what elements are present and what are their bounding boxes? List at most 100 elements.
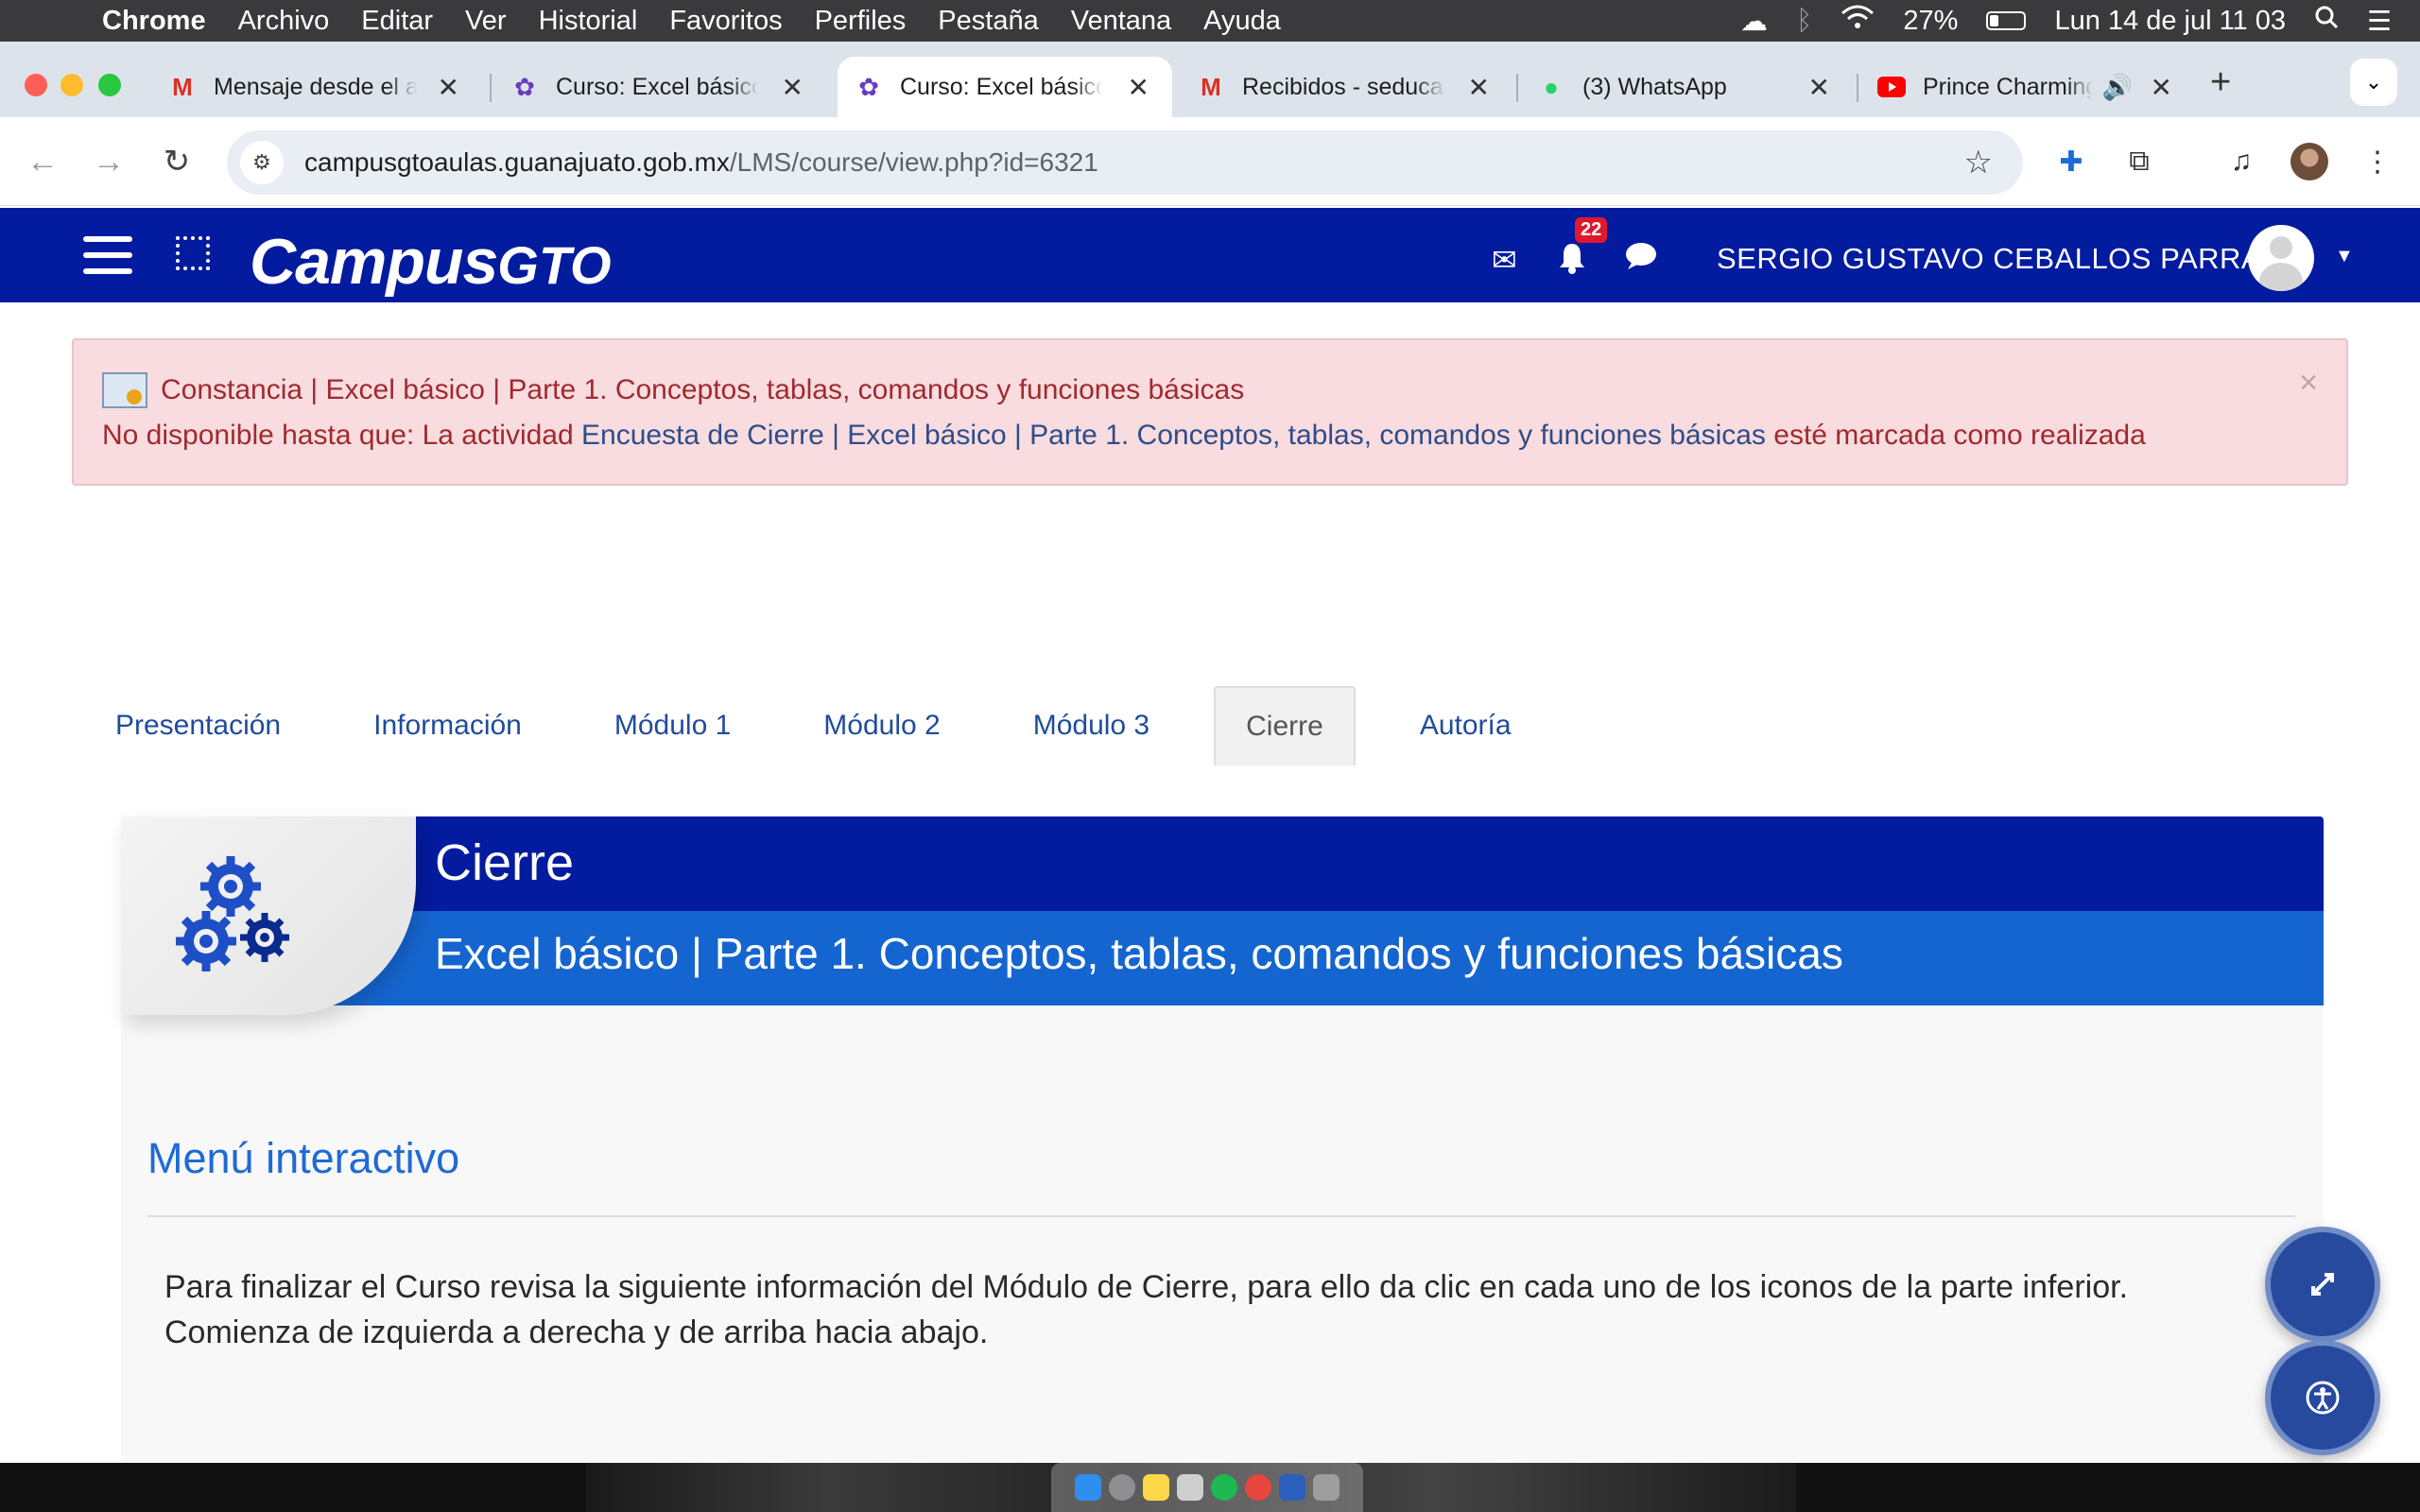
accessibility-button[interactable] xyxy=(2265,1340,2380,1455)
notes-icon[interactable] xyxy=(1143,1474,1169,1501)
window-zoom-button[interactable] xyxy=(98,74,121,96)
gmail-icon: M xyxy=(1201,72,1221,101)
tab-autoria[interactable]: Autoría xyxy=(1392,686,1540,765)
expand-button[interactable] xyxy=(2265,1227,2380,1342)
section-title: Cierre xyxy=(435,834,575,891)
menu-editar[interactable]: Editar xyxy=(361,6,433,37)
browser-tab[interactable]: M Mensaje desde el a ✕ xyxy=(151,57,482,117)
battery-percent: 27% xyxy=(1903,5,1959,36)
macos-dock xyxy=(1051,1463,1363,1512)
menu-favoritos[interactable]: Favoritos xyxy=(669,6,782,37)
menu-perfiles[interactable]: Perfiles xyxy=(815,6,907,37)
chat-bubble-icon[interactable] xyxy=(1624,242,1658,278)
intro-line: Comienza de izquierda a derecha y de arr… xyxy=(164,1314,989,1350)
messages-envelope-icon[interactable]: ✉ xyxy=(1492,242,1517,278)
trash-icon[interactable] xyxy=(1313,1474,1340,1501)
window-close-button[interactable] xyxy=(25,74,47,96)
tab-title: (3) WhatsApp xyxy=(1582,73,1727,100)
finder-icon[interactable] xyxy=(1075,1474,1101,1501)
spotify-icon[interactable] xyxy=(1211,1474,1237,1501)
tab-presentacion[interactable]: Presentación xyxy=(87,686,309,765)
tab-close-icon[interactable]: ✕ xyxy=(1468,72,1490,103)
site-info-icon[interactable]: ⚙ xyxy=(240,141,284,184)
system-settings-icon[interactable] xyxy=(1177,1474,1203,1501)
tab-title: Mensaje desde el a xyxy=(214,73,417,100)
extensions-puzzle-icon[interactable]: ⧉ xyxy=(2116,138,2163,185)
browser-tab[interactable]: M Recibidos - seduca ✕ xyxy=(1180,57,1512,117)
new-tab-button[interactable]: + xyxy=(2210,62,2231,103)
media-control-icon[interactable]: ♫ xyxy=(2218,138,2265,185)
tab-close-icon[interactable]: ✕ xyxy=(438,72,459,103)
expand-arrows-icon xyxy=(2311,1273,2334,1296)
profile-avatar[interactable] xyxy=(2286,138,2333,185)
tab-cierre[interactable]: Cierre xyxy=(1214,686,1356,765)
user-avatar[interactable] xyxy=(2248,225,2314,291)
tab-close-icon[interactable]: ✕ xyxy=(1128,72,1150,103)
menu-archivo[interactable]: Archivo xyxy=(238,6,330,37)
alert-message: No disponible hasta que: La actividad En… xyxy=(102,420,2146,452)
control-center-icon[interactable]: ☰ xyxy=(2367,5,2392,38)
window-minimize-button[interactable] xyxy=(60,74,83,96)
gmail-icon: M xyxy=(172,72,193,101)
logo-suffix-text: GTO xyxy=(497,235,612,295)
alert-title[interactable]: Constancia | Excel básico | Parte 1. Con… xyxy=(161,374,1244,406)
chrome-icon[interactable] xyxy=(1245,1474,1271,1501)
tab-modulo-2[interactable]: Módulo 2 xyxy=(795,686,968,765)
tab-modulo-1[interactable]: Módulo 1 xyxy=(586,686,759,765)
tab-separator xyxy=(490,74,492,102)
spotlight-search-icon[interactable] xyxy=(2314,5,2339,37)
browser-tab-active[interactable]: ✿ Curso: Excel básico ✕ xyxy=(838,57,1172,117)
browser-tab[interactable]: ✿ Curso: Excel básico ✕ xyxy=(493,57,826,117)
alert-prefix: No disponible hasta que: La actividad xyxy=(102,420,582,451)
extension-icon[interactable]: ✚ xyxy=(2048,138,2095,185)
bookmark-star-icon[interactable]: ☆ xyxy=(1964,144,1993,181)
creative-cloud-icon[interactable]: ☁ xyxy=(1740,5,1768,38)
browser-tab[interactable]: Prince Charming 🔊 ✕ xyxy=(1860,57,2195,117)
menu-ver[interactable]: Ver xyxy=(465,6,507,37)
notifications-bell-icon[interactable] xyxy=(1558,242,1586,282)
address-bar[interactable]: ⚙ campusgtoaulas.guanajuato.gob.mx/LMS/c… xyxy=(227,130,2023,195)
tab-search-button[interactable]: ⌄ xyxy=(2350,59,2397,106)
fullscreen-icon[interactable] xyxy=(176,236,210,270)
section-card: Cierre Excel básico | Parte 1. Conceptos… xyxy=(121,816,2324,1512)
certificate-icon xyxy=(102,372,147,408)
word-icon[interactable] xyxy=(1279,1474,1305,1501)
menu-ayuda[interactable]: Ayuda xyxy=(1203,6,1281,37)
battery-icon[interactable] xyxy=(1986,11,2027,30)
alert-activity-link[interactable]: Encuesta de Cierre | Excel básico | Part… xyxy=(581,420,1766,451)
hamburger-menu-icon[interactable] xyxy=(83,236,132,274)
tab-close-icon[interactable]: ✕ xyxy=(1808,72,1830,103)
url-text[interactable]: campusgtoaulas.guanajuato.gob.mx/LMS/cou… xyxy=(304,147,1098,178)
campusgto-logo[interactable]: CampusGTO xyxy=(250,225,612,299)
menu-app-name[interactable]: Chrome xyxy=(102,6,206,37)
tab-title: Curso: Excel básico xyxy=(900,73,1103,100)
tab-modulo-3[interactable]: Módulo 3 xyxy=(1005,686,1178,765)
menubar-clock[interactable]: Lun 14 de jul 11 03 xyxy=(2054,6,2286,37)
back-button[interactable]: ← xyxy=(19,138,66,185)
user-menu-caret-icon[interactable]: ▼ xyxy=(2335,246,2354,267)
menu-pestana[interactable]: Pestaña xyxy=(938,6,1038,37)
intro-line: Para finalizar el Curso revisa la siguie… xyxy=(164,1269,2129,1305)
bluetooth-icon[interactable]: ᛒ xyxy=(1796,6,1812,37)
course-tabs: Presentación Información Módulo 1 Módulo… xyxy=(87,686,1576,765)
macos-menubar: Chrome Archivo Editar Ver Historial Favo… xyxy=(0,0,2420,42)
intro-text: Para finalizar el Curso revisa la siguie… xyxy=(164,1264,2301,1355)
tab-informacion[interactable]: Información xyxy=(345,686,550,765)
wifi-icon[interactable] xyxy=(1841,4,1875,38)
alert-title-row: Constancia | Excel básico | Parte 1. Con… xyxy=(102,372,1244,408)
moodle-icon: ✿ xyxy=(858,72,879,101)
alert-close-icon[interactable]: × xyxy=(2299,365,2318,402)
user-name[interactable]: SERGIO GUSTAVO CEBALLOS PARRA xyxy=(1717,242,2261,276)
menu-ventana[interactable]: Ventana xyxy=(1071,6,1171,37)
launchpad-icon[interactable] xyxy=(1109,1474,1135,1501)
forward-button[interactable]: → xyxy=(85,138,132,185)
speaker-icon[interactable]: 🔊 xyxy=(2102,73,2133,102)
browser-tab[interactable]: ● (3) WhatsApp ✕ xyxy=(1520,57,1853,117)
tab-close-icon[interactable]: ✕ xyxy=(2151,72,2172,103)
chrome-menu-icon[interactable]: ⋮ xyxy=(2354,138,2401,185)
moodle-icon: ✿ xyxy=(514,72,535,101)
reload-button[interactable]: ↻ xyxy=(153,138,200,185)
tab-close-icon[interactable]: ✕ xyxy=(782,72,804,103)
menu-historial[interactable]: Historial xyxy=(539,6,638,37)
gears-icon xyxy=(176,856,289,971)
